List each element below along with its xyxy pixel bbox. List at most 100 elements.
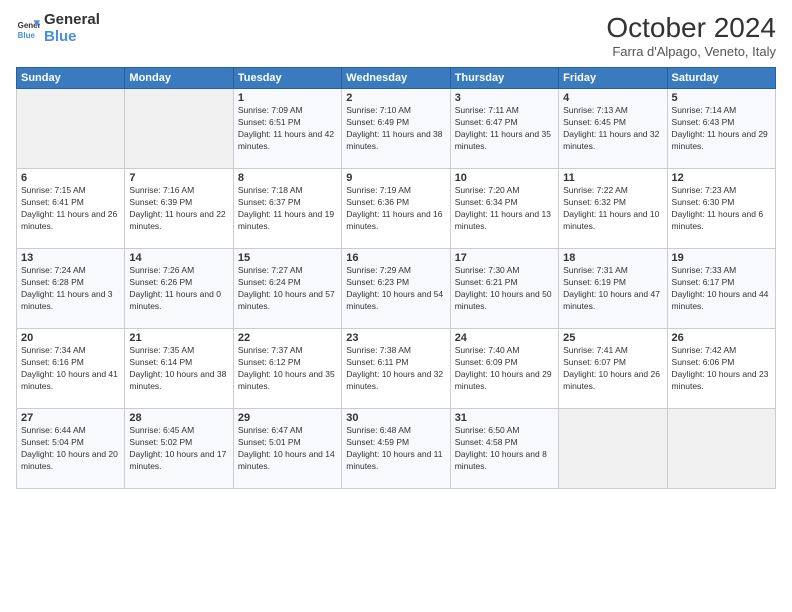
week-row-2: 6Sunrise: 7:15 AMSunset: 6:41 PMDaylight… bbox=[17, 169, 776, 249]
day-number: 15 bbox=[238, 252, 337, 264]
table-row: 21Sunrise: 7:35 AMSunset: 6:14 PMDayligh… bbox=[125, 329, 233, 409]
week-row-5: 27Sunrise: 6:44 AMSunset: 5:04 PMDayligh… bbox=[17, 409, 776, 489]
day-number: 10 bbox=[455, 172, 554, 184]
logo-line1: General bbox=[44, 12, 100, 29]
table-row: 31Sunrise: 6:50 AMSunset: 4:58 PMDayligh… bbox=[450, 409, 558, 489]
logo: General Blue General Blue bbox=[16, 12, 100, 45]
day-info: Sunrise: 7:27 AMSunset: 6:24 PMDaylight:… bbox=[238, 265, 337, 313]
table-row: 12Sunrise: 7:23 AMSunset: 6:30 PMDayligh… bbox=[667, 169, 775, 249]
day-info: Sunrise: 7:22 AMSunset: 6:32 PMDaylight:… bbox=[563, 185, 662, 233]
day-number: 8 bbox=[238, 172, 337, 184]
day-number: 24 bbox=[455, 332, 554, 344]
day-info: Sunrise: 7:23 AMSunset: 6:30 PMDaylight:… bbox=[672, 185, 771, 233]
day-number: 12 bbox=[672, 172, 771, 184]
day-number: 3 bbox=[455, 92, 554, 104]
table-row bbox=[125, 89, 233, 169]
table-row: 28Sunrise: 6:45 AMSunset: 5:02 PMDayligh… bbox=[125, 409, 233, 489]
day-info: Sunrise: 7:24 AMSunset: 6:28 PMDaylight:… bbox=[21, 265, 120, 313]
day-info: Sunrise: 7:10 AMSunset: 6:49 PMDaylight:… bbox=[346, 105, 445, 153]
day-info: Sunrise: 7:20 AMSunset: 6:34 PMDaylight:… bbox=[455, 185, 554, 233]
day-info: Sunrise: 6:48 AMSunset: 4:59 PMDaylight:… bbox=[346, 425, 445, 473]
day-number: 23 bbox=[346, 332, 445, 344]
day-info: Sunrise: 6:44 AMSunset: 5:04 PMDaylight:… bbox=[21, 425, 120, 473]
table-row: 27Sunrise: 6:44 AMSunset: 5:04 PMDayligh… bbox=[17, 409, 125, 489]
day-number: 6 bbox=[21, 172, 120, 184]
day-number: 22 bbox=[238, 332, 337, 344]
day-info: Sunrise: 7:40 AMSunset: 6:09 PMDaylight:… bbox=[455, 345, 554, 393]
table-row: 2Sunrise: 7:10 AMSunset: 6:49 PMDaylight… bbox=[342, 89, 450, 169]
calendar-table: Sunday Monday Tuesday Wednesday Thursday… bbox=[16, 67, 776, 489]
table-row: 30Sunrise: 6:48 AMSunset: 4:59 PMDayligh… bbox=[342, 409, 450, 489]
day-number: 9 bbox=[346, 172, 445, 184]
day-info: Sunrise: 7:19 AMSunset: 6:36 PMDaylight:… bbox=[346, 185, 445, 233]
day-number: 21 bbox=[129, 332, 228, 344]
week-row-3: 13Sunrise: 7:24 AMSunset: 6:28 PMDayligh… bbox=[17, 249, 776, 329]
table-row: 13Sunrise: 7:24 AMSunset: 6:28 PMDayligh… bbox=[17, 249, 125, 329]
day-info: Sunrise: 6:47 AMSunset: 5:01 PMDaylight:… bbox=[238, 425, 337, 473]
logo-line2: Blue bbox=[44, 29, 100, 46]
col-thursday: Thursday bbox=[450, 68, 558, 89]
day-number: 17 bbox=[455, 252, 554, 264]
col-wednesday: Wednesday bbox=[342, 68, 450, 89]
day-info: Sunrise: 7:31 AMSunset: 6:19 PMDaylight:… bbox=[563, 265, 662, 313]
day-info: Sunrise: 7:18 AMSunset: 6:37 PMDaylight:… bbox=[238, 185, 337, 233]
header: General Blue General Blue October 2024 F… bbox=[16, 12, 776, 59]
day-info: Sunrise: 7:34 AMSunset: 6:16 PMDaylight:… bbox=[21, 345, 120, 393]
day-info: Sunrise: 7:15 AMSunset: 6:41 PMDaylight:… bbox=[21, 185, 120, 233]
day-info: Sunrise: 7:26 AMSunset: 6:26 PMDaylight:… bbox=[129, 265, 228, 313]
day-number: 31 bbox=[455, 412, 554, 424]
day-number: 18 bbox=[563, 252, 662, 264]
table-row: 23Sunrise: 7:38 AMSunset: 6:11 PMDayligh… bbox=[342, 329, 450, 409]
day-info: Sunrise: 7:11 AMSunset: 6:47 PMDaylight:… bbox=[455, 105, 554, 153]
day-number: 5 bbox=[672, 92, 771, 104]
day-info: Sunrise: 6:45 AMSunset: 5:02 PMDaylight:… bbox=[129, 425, 228, 473]
table-row: 16Sunrise: 7:29 AMSunset: 6:23 PMDayligh… bbox=[342, 249, 450, 329]
table-row: 24Sunrise: 7:40 AMSunset: 6:09 PMDayligh… bbox=[450, 329, 558, 409]
day-info: Sunrise: 6:50 AMSunset: 4:58 PMDaylight:… bbox=[455, 425, 554, 473]
table-row: 10Sunrise: 7:20 AMSunset: 6:34 PMDayligh… bbox=[450, 169, 558, 249]
table-row bbox=[559, 409, 667, 489]
day-number: 11 bbox=[563, 172, 662, 184]
day-number: 26 bbox=[672, 332, 771, 344]
header-row: Sunday Monday Tuesday Wednesday Thursday… bbox=[17, 68, 776, 89]
col-friday: Friday bbox=[559, 68, 667, 89]
week-row-1: 1Sunrise: 7:09 AMSunset: 6:51 PMDaylight… bbox=[17, 89, 776, 169]
title-block: October 2024 Farra d'Alpago, Veneto, Ita… bbox=[606, 12, 776, 59]
table-row: 15Sunrise: 7:27 AMSunset: 6:24 PMDayligh… bbox=[233, 249, 341, 329]
page: General Blue General Blue October 2024 F… bbox=[0, 0, 792, 612]
week-row-4: 20Sunrise: 7:34 AMSunset: 6:16 PMDayligh… bbox=[17, 329, 776, 409]
table-row: 5Sunrise: 7:14 AMSunset: 6:43 PMDaylight… bbox=[667, 89, 775, 169]
day-number: 14 bbox=[129, 252, 228, 264]
day-number: 19 bbox=[672, 252, 771, 264]
day-info: Sunrise: 7:29 AMSunset: 6:23 PMDaylight:… bbox=[346, 265, 445, 313]
location: Farra d'Alpago, Veneto, Italy bbox=[606, 44, 776, 59]
day-info: Sunrise: 7:09 AMSunset: 6:51 PMDaylight:… bbox=[238, 105, 337, 153]
table-row: 8Sunrise: 7:18 AMSunset: 6:37 PMDaylight… bbox=[233, 169, 341, 249]
col-tuesday: Tuesday bbox=[233, 68, 341, 89]
day-info: Sunrise: 7:16 AMSunset: 6:39 PMDaylight:… bbox=[129, 185, 228, 233]
day-number: 16 bbox=[346, 252, 445, 264]
table-row bbox=[17, 89, 125, 169]
logo-icon: General Blue bbox=[16, 17, 40, 41]
day-number: 2 bbox=[346, 92, 445, 104]
table-row: 22Sunrise: 7:37 AMSunset: 6:12 PMDayligh… bbox=[233, 329, 341, 409]
day-info: Sunrise: 7:35 AMSunset: 6:14 PMDaylight:… bbox=[129, 345, 228, 393]
col-monday: Monday bbox=[125, 68, 233, 89]
day-number: 27 bbox=[21, 412, 120, 424]
day-number: 4 bbox=[563, 92, 662, 104]
table-row: 20Sunrise: 7:34 AMSunset: 6:16 PMDayligh… bbox=[17, 329, 125, 409]
day-info: Sunrise: 7:42 AMSunset: 6:06 PMDaylight:… bbox=[672, 345, 771, 393]
day-info: Sunrise: 7:38 AMSunset: 6:11 PMDaylight:… bbox=[346, 345, 445, 393]
col-sunday: Sunday bbox=[17, 68, 125, 89]
table-row: 6Sunrise: 7:15 AMSunset: 6:41 PMDaylight… bbox=[17, 169, 125, 249]
table-row: 3Sunrise: 7:11 AMSunset: 6:47 PMDaylight… bbox=[450, 89, 558, 169]
day-number: 25 bbox=[563, 332, 662, 344]
day-info: Sunrise: 7:33 AMSunset: 6:17 PMDaylight:… bbox=[672, 265, 771, 313]
svg-text:Blue: Blue bbox=[18, 30, 36, 39]
table-row: 19Sunrise: 7:33 AMSunset: 6:17 PMDayligh… bbox=[667, 249, 775, 329]
logo-text: General Blue bbox=[44, 12, 100, 45]
table-row: 17Sunrise: 7:30 AMSunset: 6:21 PMDayligh… bbox=[450, 249, 558, 329]
table-row: 26Sunrise: 7:42 AMSunset: 6:06 PMDayligh… bbox=[667, 329, 775, 409]
day-info: Sunrise: 7:14 AMSunset: 6:43 PMDaylight:… bbox=[672, 105, 771, 153]
table-row: 14Sunrise: 7:26 AMSunset: 6:26 PMDayligh… bbox=[125, 249, 233, 329]
